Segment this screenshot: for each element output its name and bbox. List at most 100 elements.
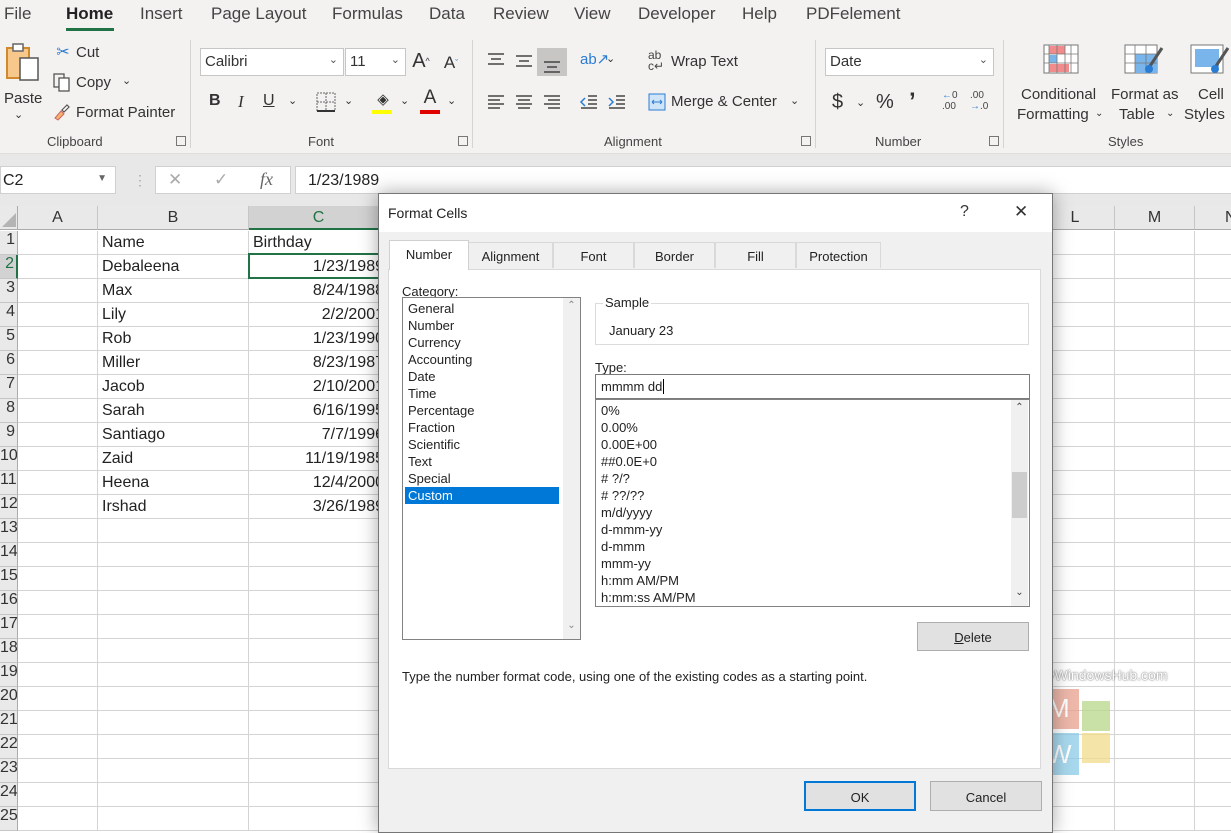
cell-c24[interactable] bbox=[249, 783, 389, 807]
insert-function-icon[interactable]: fx bbox=[260, 169, 273, 190]
type-item[interactable]: h:mm AM/PM bbox=[598, 572, 1008, 589]
alignment-launcher-icon[interactable] bbox=[801, 136, 811, 146]
align-middle-icon[interactable] bbox=[514, 54, 534, 70]
cell-a20[interactable] bbox=[18, 687, 98, 711]
cell-n24[interactable] bbox=[1195, 783, 1231, 807]
active-cell-c2[interactable] bbox=[248, 253, 380, 279]
paste-button[interactable]: Paste ⌄ bbox=[2, 40, 42, 121]
cell-n9[interactable] bbox=[1195, 423, 1231, 447]
tab-help[interactable]: Help bbox=[742, 4, 777, 24]
cell-m25[interactable] bbox=[1115, 807, 1195, 831]
cell-c18[interactable] bbox=[249, 639, 389, 663]
enter-icon[interactable]: ✓ bbox=[214, 170, 228, 190]
scroll-down-icon[interactable]: ⌄ bbox=[1011, 587, 1028, 604]
column-header-n[interactable]: N bbox=[1195, 206, 1231, 230]
formula-input[interactable]: 1/23/1989 bbox=[295, 166, 1231, 194]
row-header[interactable]: 8 bbox=[0, 399, 18, 423]
cell-b24[interactable] bbox=[98, 783, 249, 807]
cell-n21[interactable] bbox=[1195, 711, 1231, 735]
cell-a21[interactable] bbox=[18, 711, 98, 735]
number-format-dropdown[interactable]: Date ⌄ bbox=[825, 48, 994, 76]
category-item[interactable]: Accounting bbox=[405, 351, 559, 368]
row-header[interactable]: 10 bbox=[0, 447, 18, 471]
row-header[interactable]: 24 bbox=[0, 783, 18, 807]
cell-b23[interactable] bbox=[98, 759, 249, 783]
cell-m16[interactable] bbox=[1115, 591, 1195, 615]
cell-n22[interactable] bbox=[1195, 735, 1231, 759]
row-header[interactable]: 16 bbox=[0, 591, 18, 615]
cell-a1[interactable] bbox=[18, 231, 98, 255]
category-list[interactable]: General Number Currency Accounting Date Time P… bbox=[402, 297, 581, 640]
column-header-c[interactable]: C bbox=[249, 206, 389, 230]
column-header-a[interactable]: A bbox=[18, 206, 98, 230]
type-item[interactable]: # ?/? bbox=[598, 470, 1008, 487]
category-item[interactable]: Special bbox=[405, 470, 559, 487]
tab-page-layout[interactable]: Page Layout bbox=[211, 4, 306, 24]
cell-b10[interactable]: Zaid bbox=[98, 447, 249, 471]
cell-b13[interactable] bbox=[98, 519, 249, 543]
increase-indent-icon[interactable] bbox=[607, 94, 627, 110]
cell-b11[interactable]: Heena bbox=[98, 471, 249, 495]
chevron-down-icon[interactable]: ⌄ bbox=[856, 96, 865, 109]
column-header-m[interactable]: M bbox=[1115, 206, 1195, 230]
row-header[interactable]: 19 bbox=[0, 663, 18, 687]
format-painter-button[interactable]: Format Painter bbox=[52, 102, 177, 124]
cell-m2[interactable] bbox=[1115, 255, 1195, 279]
cell-b1[interactable]: Name bbox=[98, 231, 249, 255]
cell-c9[interactable]: 7/7/1996 bbox=[249, 423, 389, 447]
row-header[interactable]: 15 bbox=[0, 567, 18, 591]
align-bottom-button[interactable] bbox=[537, 48, 567, 76]
scroll-down-icon[interactable]: ⌄ bbox=[563, 620, 580, 637]
category-scrollbar[interactable]: ⌃ ⌄ bbox=[563, 298, 580, 639]
tab-protection[interactable]: Protection bbox=[796, 242, 881, 268]
tab-font[interactable]: Font bbox=[553, 242, 634, 268]
type-item[interactable]: m/d/yyyy bbox=[598, 504, 1008, 521]
font-name-dropdown[interactable]: Calibri ⌄ bbox=[200, 48, 344, 76]
cancel-button[interactable]: Cancel bbox=[930, 781, 1042, 811]
category-item[interactable]: Currency bbox=[405, 334, 559, 351]
cell-m7[interactable] bbox=[1115, 375, 1195, 399]
cell-c23[interactable] bbox=[249, 759, 389, 783]
select-all-corner[interactable] bbox=[0, 206, 18, 230]
column-header-b[interactable]: B bbox=[98, 206, 249, 230]
cell-a2[interactable] bbox=[18, 255, 98, 279]
cell-n4[interactable] bbox=[1195, 303, 1231, 327]
row-header[interactable]: 7 bbox=[0, 375, 18, 399]
cell-m18[interactable] bbox=[1115, 639, 1195, 663]
fill-color-button[interactable]: ◈ bbox=[372, 90, 394, 116]
type-item[interactable]: 0.00E+00 bbox=[598, 436, 1008, 453]
row-header[interactable]: 14 bbox=[0, 543, 18, 567]
cell-c5[interactable]: 1/23/1990 bbox=[249, 327, 389, 351]
cell-n25[interactable] bbox=[1195, 807, 1231, 831]
font-launcher-icon[interactable] bbox=[458, 136, 468, 146]
delete-button[interactable]: Delete bbox=[917, 622, 1029, 651]
cell-n14[interactable] bbox=[1195, 543, 1231, 567]
tab-alignment[interactable]: Alignment bbox=[468, 242, 553, 268]
cell-a9[interactable] bbox=[18, 423, 98, 447]
row-header[interactable]: 4 bbox=[0, 303, 18, 327]
dialog-title-bar[interactable]: Format Cells ? ✕ bbox=[379, 194, 1052, 232]
bold-button[interactable]: B bbox=[209, 92, 221, 110]
cell-m6[interactable] bbox=[1115, 351, 1195, 375]
tab-developer[interactable]: Developer bbox=[638, 4, 716, 24]
cell-a25[interactable] bbox=[18, 807, 98, 831]
cell-n12[interactable] bbox=[1195, 495, 1231, 519]
cell-a23[interactable] bbox=[18, 759, 98, 783]
align-top-icon[interactable] bbox=[486, 52, 506, 68]
increase-font-size-icon[interactable]: A ^ bbox=[410, 50, 432, 72]
tab-data[interactable]: Data bbox=[429, 4, 465, 24]
tab-fill[interactable]: Fill bbox=[715, 242, 796, 268]
category-item[interactable]: Percentage bbox=[405, 402, 559, 419]
category-item[interactable]: Custom bbox=[405, 487, 559, 504]
row-header[interactable]: 17 bbox=[0, 615, 18, 639]
wrap-text-button[interactable]: ab c↵ Wrap Text bbox=[648, 49, 748, 74]
cell-c14[interactable] bbox=[249, 543, 389, 567]
cell-n6[interactable] bbox=[1195, 351, 1231, 375]
align-left-icon[interactable] bbox=[486, 94, 506, 110]
format-as-table-button[interactable]: Format as Table ⌄ bbox=[1108, 42, 1179, 123]
type-item[interactable]: # ??/?? bbox=[598, 487, 1008, 504]
cell-a10[interactable] bbox=[18, 447, 98, 471]
cell-a14[interactable] bbox=[18, 543, 98, 567]
merge-center-button[interactable]: Merge & Center ⌄ bbox=[648, 90, 803, 114]
cut-button[interactable]: ✂ Cut bbox=[52, 42, 112, 64]
